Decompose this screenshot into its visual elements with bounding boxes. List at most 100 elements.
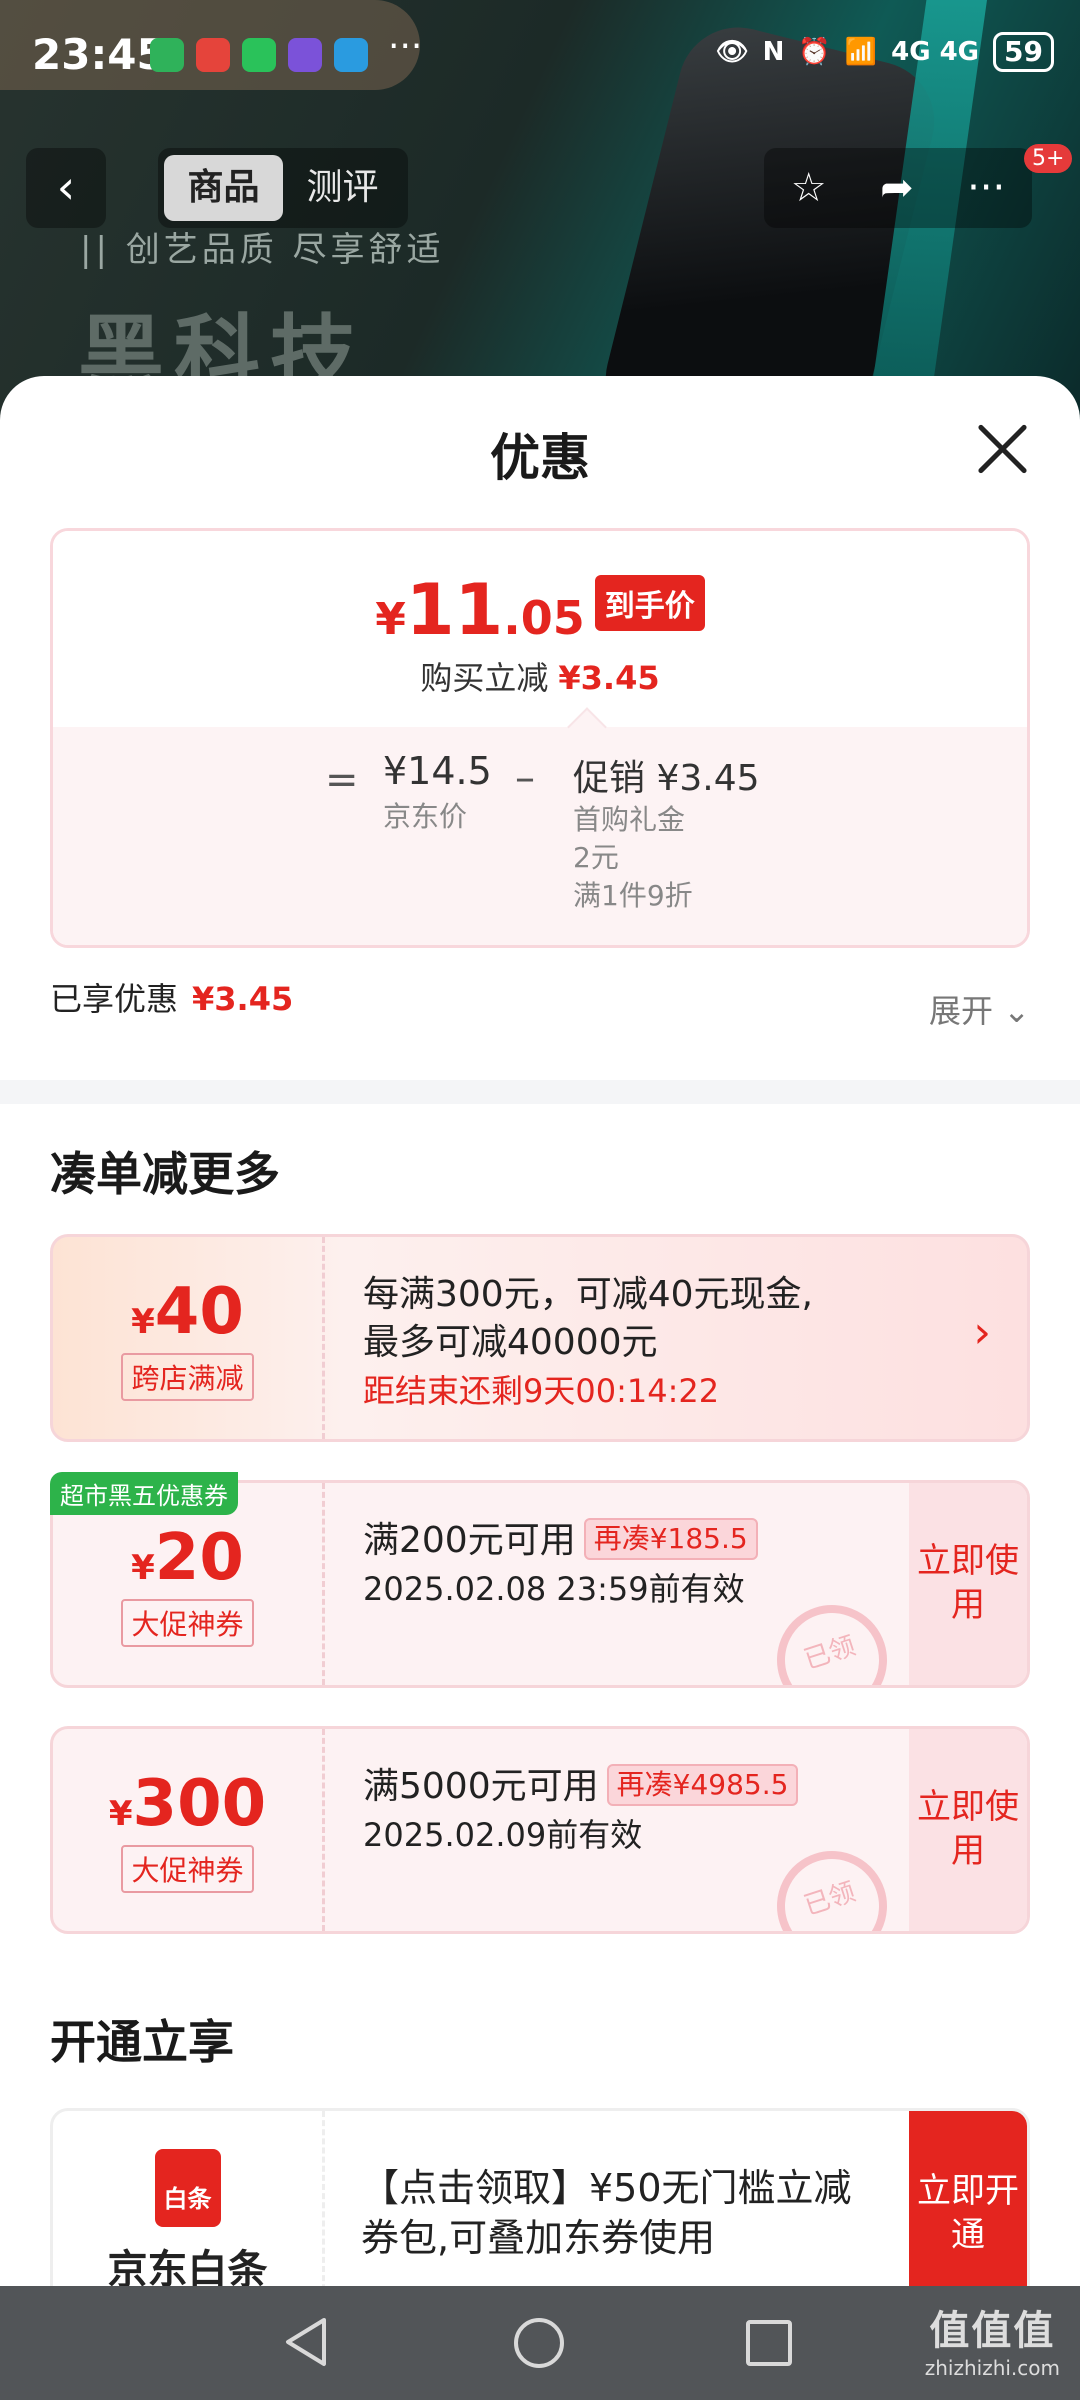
wifi-icon: 📶 (844, 37, 878, 67)
more-notifications-icon: ··· (388, 26, 423, 67)
minus-sign: – (515, 755, 535, 801)
section-title-more: 凑单减更多 (50, 1147, 280, 1201)
baitiao-name: 京东白条 (107, 2247, 268, 2286)
wechat-icon (242, 38, 276, 72)
nfc-icon: N (762, 37, 785, 67)
app-notification-icon (288, 38, 322, 72)
coupon-rule: 每满300元，可减40元现金, (363, 1274, 813, 1315)
share-icon[interactable]: ➦ (880, 165, 914, 211)
use-now-button[interactable]: 立即使用 (909, 1729, 1027, 1931)
baitiao-brand: 白条 京东白条 (53, 2111, 325, 2286)
status-bar: 23:45 ··· 👁 N ⏰ 📶 4G 4G 59 (0, 0, 1080, 110)
tab-review[interactable]: 测评 (283, 155, 402, 221)
enjoyed-value: ¥3.45 (192, 980, 294, 1018)
banner-slogan: || 创艺品质 尽享舒适 (80, 230, 445, 270)
back-button[interactable]: ‹ (26, 148, 106, 228)
chevron-left-icon: ‹ (56, 160, 76, 214)
instant-reduction-label: 购买立减 (420, 659, 549, 697)
use-now-button[interactable]: 立即使用 (909, 1483, 1027, 1685)
coupon-amount: 300 (132, 1767, 267, 1841)
enjoyed-discount: 已享优惠 ¥3.45 (50, 974, 293, 1020)
coupon-threshold: 满5000元可用 (363, 1766, 599, 1807)
currency-symbol: ¥ (131, 1548, 155, 1588)
header-tabs: 商品 测评 (158, 148, 408, 228)
chevron-right-icon: › (973, 1307, 991, 1358)
notification-icons (150, 38, 368, 72)
recents-square-icon[interactable] (746, 2320, 792, 2366)
coupon-description: 满5000元可用 再凑¥4985.5 2025.02.09前有效 (363, 1763, 799, 1859)
section-divider (0, 1080, 1080, 1104)
network-type: 4G 4G (891, 37, 980, 67)
open-now-button[interactable]: 立即开通 (909, 2111, 1027, 2286)
coupon-corner-tag: 超市黑五优惠券 (50, 1472, 238, 1515)
back-triangle-icon[interactable] (282, 2316, 330, 2368)
price-integer: 11 (405, 569, 504, 651)
app-notification-icon (196, 38, 230, 72)
coupon-cross-store[interactable]: ¥40 跨店满减 每满300元，可减40元现金, 最多可减40000元 距结束还… (50, 1234, 1030, 1442)
currency-symbol: ¥ (375, 594, 406, 645)
baitiao-logo-icon: 白条 (154, 2149, 221, 2227)
coupon-expiry: 2025.02.08 23:59前有效 (363, 1570, 745, 1608)
alarm-icon: ⏰ (798, 37, 831, 67)
star-icon[interactable]: ☆ (791, 165, 827, 211)
header-actions: ☆ ➦ ··· (764, 148, 1032, 228)
coupon-countdown: 距结束还剩9天00:14:22 (363, 1372, 720, 1410)
baitiao-offer-text: 【点击领取】¥50无门槛立减券包,可叠加东券使用 (361, 2166, 852, 2260)
more-icon[interactable]: ··· (967, 165, 1005, 211)
coupon-remaining-chip: 再凑¥185.5 (583, 1518, 758, 1560)
jd-price-label: 京东价 (383, 800, 468, 833)
coupon-amount-area: ¥300 大促神券 (53, 1729, 325, 1931)
watermark-logo: 值值值 (929, 2308, 1056, 2354)
section-title-open: 开通立享 (50, 2015, 234, 2069)
coupon-kind: 跨店满减 (121, 1353, 254, 1401)
currency-symbol: ¥ (131, 1302, 155, 1342)
price-decimal: .05 (503, 591, 585, 645)
enjoyed-label: 已享优惠 (50, 980, 179, 1018)
coupon-promo-300: ¥300 大促神券 满5000元可用 再凑¥4985.5 2025.02.09前有… (50, 1726, 1030, 1934)
coupon-remaining-chip: 再凑¥4985.5 (606, 1764, 799, 1806)
jd-price-block: ¥14.5 京东价 (383, 749, 492, 835)
expand-label: 展开 (929, 992, 994, 1030)
promo-total: 促销 ¥3.45 (573, 758, 760, 799)
instant-reduction-value: ¥3.45 (558, 659, 660, 697)
price-breakdown: = ¥14.5 京东价 – 促销 ¥3.45 首购礼金 2元 满1件9折 (53, 727, 1027, 945)
discount-sheet: 优惠 ¥11.05 到手价 购买立减 ¥3.45 = ¥14.5 京东价 – 促销 … (0, 376, 1080, 2286)
promo-item: 2元 (573, 841, 619, 874)
tab-product[interactable]: 商品 (164, 155, 283, 221)
battery-indicator: 59 (993, 32, 1054, 72)
watermark: 值值值 zhizhizhi.com (925, 2298, 1060, 2380)
eye-icon: 👁 (715, 37, 749, 67)
close-icon[interactable] (976, 422, 1030, 476)
coupon-kind: 大促神券 (121, 1599, 254, 1647)
coupon-expiry: 2025.02.09前有效 (363, 1816, 643, 1854)
coupon-rule-limit: 最多可减40000元 (363, 1322, 658, 1363)
watermark-url: zhizhizhi.com (924, 2356, 1060, 2380)
promo-item: 满1件9折 (573, 879, 693, 912)
home-circle-icon[interactable] (514, 2318, 564, 2368)
coupon-amount: 40 (154, 1275, 244, 1349)
coupon-description: 满200元可用 再凑¥185.5 2025.02.08 23:59前有效 (363, 1517, 758, 1613)
final-price-tag: 到手价 (594, 575, 705, 631)
promo-item: 首购礼金 (573, 803, 686, 836)
jd-price: ¥14.5 (383, 749, 492, 793)
final-price: ¥11.05 到手价 (53, 569, 1027, 651)
claimed-stamp: 已领 (762, 1590, 902, 1685)
status-right: 👁 N ⏰ 📶 4G 4G 59 (716, 32, 1054, 72)
coupon-threshold: 满200元可用 (363, 1520, 576, 1561)
coupon-kind: 大促神券 (121, 1845, 254, 1893)
price-summary-card: ¥11.05 到手价 购买立减 ¥3.45 = ¥14.5 京东价 – 促销 ¥3.… (50, 528, 1030, 948)
system-nav-bar: 值值值 zhizhizhi.com (0, 2286, 1080, 2400)
baitiao-card: 白条 京东白条 【点击领取】¥50无门槛立减券包,可叠加东券使用 立即开通 (50, 2108, 1030, 2286)
status-time: 23:45 (32, 30, 166, 79)
coupon-description: 每满300元，可减40元现金, 最多可减40000元 距结束还剩9天00:14:… (363, 1271, 813, 1415)
expand-button[interactable]: 展开 ⌄ (929, 986, 1030, 1032)
app-notification-icon (334, 38, 368, 72)
promo-block: 促销 ¥3.45 首购礼金 2元 满1件9折 (573, 749, 760, 915)
equals-sign: = (325, 757, 359, 803)
coupon-amount-area: ¥40 跨店满减 (53, 1237, 325, 1439)
instant-reduction: 购买立减 ¥3.45 (53, 653, 1027, 699)
sheet-title: 优惠 (490, 429, 590, 487)
message-badge: 5+ (1024, 144, 1073, 173)
chevron-down-icon: ⌄ (1003, 992, 1030, 1030)
coupon-amount: 20 (154, 1521, 244, 1595)
